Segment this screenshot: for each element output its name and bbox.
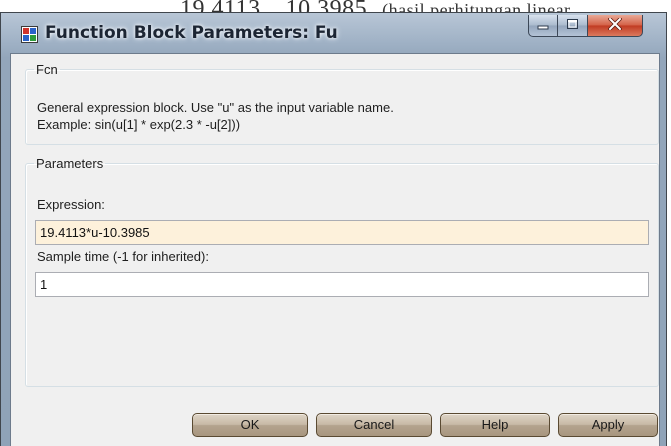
simulink-block-icon (21, 26, 38, 43)
sample-time-input[interactable]: 1 (35, 272, 649, 297)
parameters-group-legend: Parameters (36, 156, 104, 171)
fcn-group-legend: Fcn (36, 62, 58, 77)
sample-time-label: Sample time (-1 for inherited): (37, 249, 209, 264)
close-button[interactable] (588, 15, 643, 37)
minimize-icon (537, 17, 549, 35)
description-line-2: Example: sin(u[1] * exp(2.3 * -u[2])) (37, 117, 241, 132)
description-line-1: General expression block. Use "u" as the… (37, 100, 394, 115)
cancel-button[interactable]: Cancel (316, 413, 432, 437)
minimize-button[interactable] (528, 15, 558, 37)
help-button[interactable]: Help (440, 413, 550, 437)
expression-label: Expression: (37, 197, 105, 212)
dialog-client-area: Fcn General expression block. Use "u" as… (10, 53, 660, 446)
ok-button[interactable]: OK (192, 413, 308, 437)
apply-button[interactable]: Apply (558, 413, 658, 437)
close-icon (608, 16, 622, 35)
window-title: Function Block Parameters: Fu (45, 23, 338, 43)
title-bar[interactable]: Function Block Parameters: Fu (1, 13, 666, 53)
maximize-button[interactable] (558, 15, 588, 37)
function-block-parameters-dialog: Function Block Parameters: Fu Fcn Genera… (0, 12, 667, 446)
maximize-icon (566, 17, 579, 35)
expression-input[interactable]: 19.4113*u-10.3985 (35, 220, 649, 245)
